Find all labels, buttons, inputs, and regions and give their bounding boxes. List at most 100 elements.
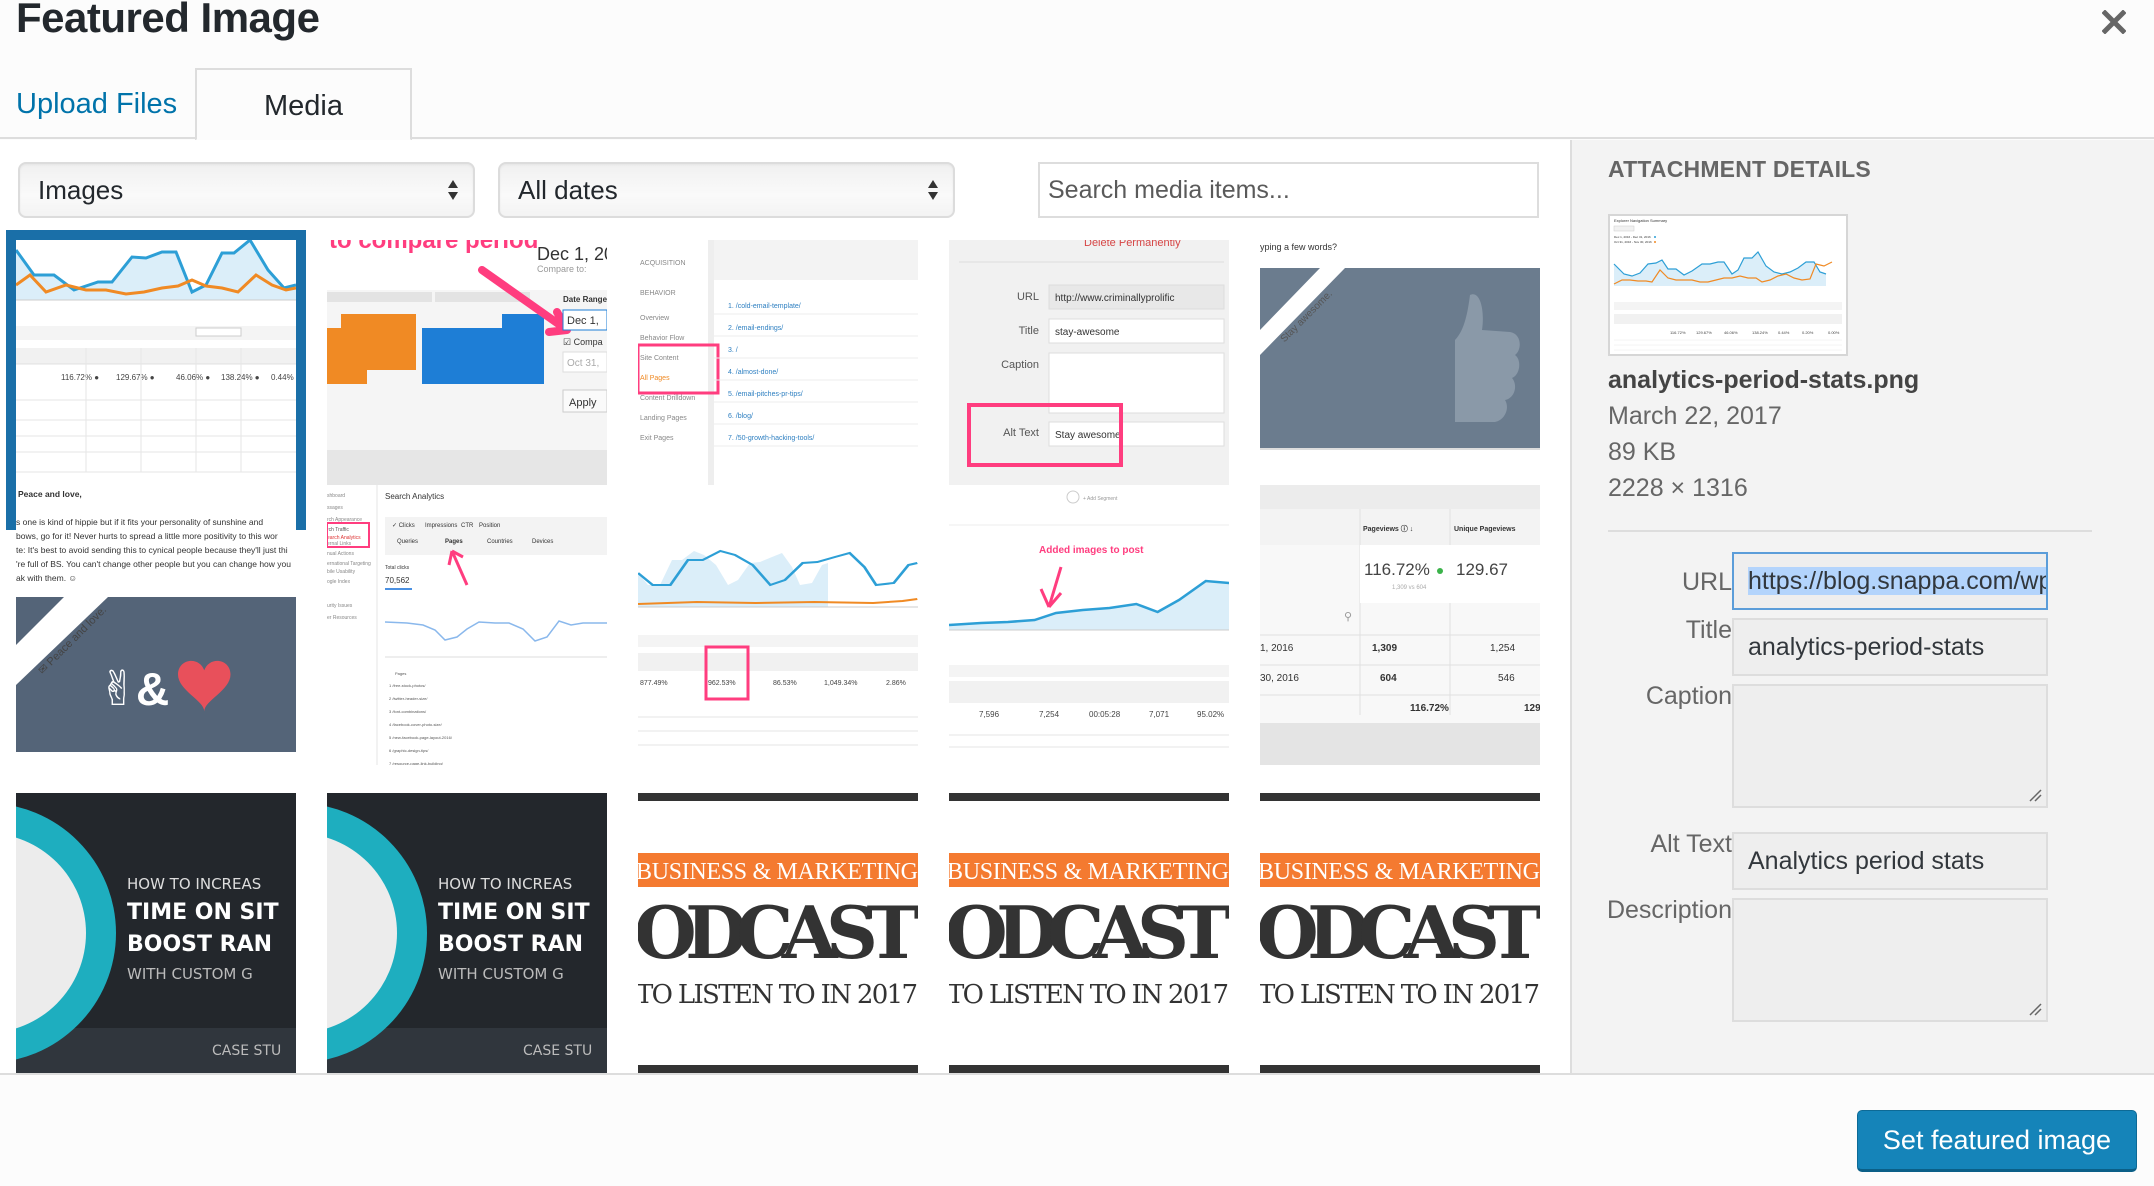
resize-grip-icon[interactable]: [2028, 1002, 2042, 1016]
svg-text:Oct 31, 2016 - Nov 30, 2016: Oct 31, 2016 - Nov 30, 2016: [1614, 240, 1652, 244]
svg-text:Pages: Pages: [395, 671, 406, 676]
svg-text:☑ Compa: ☑ Compa: [563, 337, 603, 347]
svg-text:116.72%: 116.72%: [1364, 560, 1430, 579]
svg-text:urity Issues: urity Issues: [327, 603, 353, 609]
attachment-filename: analytics-period-stats.png: [1608, 366, 1920, 394]
svg-text:ODCAST: ODCAST: [949, 890, 1229, 975]
svg-text:Caption: Caption: [1001, 359, 1039, 371]
svg-text:962.53%: 962.53%: [708, 680, 736, 687]
close-button[interactable]: [2094, 2, 2134, 42]
svg-text:604: 604: [1380, 673, 1397, 684]
svg-text:BOOST RAN: BOOST RAN: [438, 932, 583, 957]
attachment-file-size: 89 KB: [1608, 438, 1677, 466]
svg-text:3 /font-combinations/: 3 /font-combinations/: [389, 709, 427, 714]
svg-text:HOW TO INCREAS: HOW TO INCREAS: [127, 875, 261, 893]
svg-text:46.06%: 46.06%: [1724, 330, 1738, 335]
svg-text:1,309: 1,309: [1372, 643, 1397, 654]
svg-text:Unique Pageviews: Unique Pageviews: [1454, 526, 1516, 533]
svg-text:Oct 31,: Oct 31,: [567, 358, 599, 369]
modal-toolbar: Set featured image: [0, 1073, 2154, 1186]
media-item-podcast-2[interactable]: BUSINESS & MARKETING ODCAST TO LISTEN TO…: [949, 793, 1229, 1073]
search-media-input[interactable]: [1038, 162, 1539, 218]
media-item-time-on-site-1[interactable]: HOW TO INCREAS TIME ON SIT BOOST RAN WIT…: [16, 793, 296, 1073]
svg-text:✌: ✌: [98, 661, 138, 717]
svg-text:stay-awesome: stay-awesome: [1055, 327, 1120, 338]
svg-text:to compare period: to compare period: [329, 240, 538, 254]
svg-text:earch Analytics: earch Analytics: [327, 535, 361, 541]
svg-text:Landing Pages: Landing Pages: [640, 415, 687, 422]
svg-text:TO LISTEN TO IN 2017: TO LISTEN TO IN 2017: [638, 980, 918, 1010]
set-featured-image-button[interactable]: Set featured image: [1857, 1110, 2137, 1172]
alt-text-label: Alt Text: [1650, 830, 1732, 858]
svg-text:TIME ON SIT: TIME ON SIT: [127, 900, 279, 925]
thumbnail-image: BUSINESS & MARKETING ODCAST TO LISTEN TO…: [638, 793, 918, 1073]
svg-text:TO LISTEN TO IN 2017: TO LISTEN TO IN 2017: [949, 980, 1229, 1010]
media-item-all-pages[interactable]: ACQUISITION BEHAVIOR Overview Behavior F…: [638, 240, 918, 520]
svg-text:7,254: 7,254: [1039, 710, 1060, 719]
thumbnail-image: yping a few words? Stay awesome.: [1260, 240, 1540, 520]
svg-text:Stay awesome: Stay awesome: [1055, 430, 1121, 441]
media-item-stay-awesome[interactable]: yping a few words? Stay awesome.: [1260, 240, 1540, 520]
svg-text:129.: 129.: [1524, 703, 1540, 714]
media-item-peace-and-love[interactable]: Peace and love, s one is kind of hippie …: [16, 485, 296, 765]
media-item-analytics-period-stats[interactable]: 116.72% ● 129.67% ● 46.06% ● 138.24% ● 0…: [16, 240, 296, 520]
thumbnail-image: 877.49% 962.53% 86.53% 1,049.34% 2.86%: [638, 485, 918, 765]
alt-text-field[interactable]: Analytics period stats: [1732, 832, 2048, 890]
thumbnail-image: + Add Segment Added images to post 7,596…: [949, 485, 1229, 765]
date-filter[interactable]: All dates: [498, 162, 955, 218]
description-label: Description: [1606, 896, 1732, 924]
svg-text:7. /50-growth-hacking-tools/: 7. /50-growth-hacking-tools/: [728, 435, 814, 442]
svg-text:⚲: ⚲: [1344, 610, 1352, 623]
svg-text:&: &: [136, 663, 169, 715]
svg-text:Devices: Devices: [532, 539, 553, 545]
svg-text:Behavior Flow: Behavior Flow: [640, 335, 685, 342]
media-item-compare-period[interactable]: to compare period Dec 1, 20 Compare to:: [327, 240, 607, 520]
title-field[interactable]: analytics-period-stats: [1732, 618, 2048, 676]
media-type-filter[interactable]: Images: [18, 162, 475, 218]
svg-text:138.24% ●: 138.24% ●: [221, 373, 260, 382]
description-field[interactable]: [1732, 898, 2048, 1022]
svg-text:1, 2016: 1, 2016: [1260, 643, 1294, 654]
resize-grip-icon[interactable]: [2028, 788, 2042, 802]
svg-text:116.72%: 116.72%: [1410, 703, 1449, 714]
router-tabs: Upload Files Media Library: [0, 68, 2154, 194]
svg-text:te: It's best to avoid sending: te: It's best to avoid sending this to c…: [16, 545, 288, 555]
tab-upload-files[interactable]: Upload Files: [0, 68, 197, 139]
thumbnail-image: HOW TO INCREAS TIME ON SIT BOOST RAN WIT…: [16, 793, 296, 1073]
svg-text:Pages: Pages: [445, 539, 463, 545]
svg-text:129.67: 129.67: [1456, 560, 1508, 579]
featured-image-modal: Featured Image Upload Files Media Librar…: [0, 0, 2154, 1186]
thumbnail-image: BUSINESS & MARKETING ODCAST TO LISTEN TO…: [949, 793, 1229, 1073]
caption-field[interactable]: [1732, 684, 2048, 808]
url-field[interactable]: https://blog.snappa.com/wp: [1732, 552, 2048, 610]
media-item-added-images-to-post[interactable]: + Add Segment Added images to post 7,596…: [949, 485, 1229, 765]
svg-text:546: 546: [1498, 673, 1515, 684]
svg-text:Search Analytics: Search Analytics: [385, 492, 444, 501]
svg-text:All Pages: All Pages: [640, 375, 670, 382]
analytics-chart-thumbnail: 116.72% ● 129.67% ● 46.06% ● 138.24% ● 0…: [16, 240, 296, 520]
media-item-podcast-1[interactable]: BUSINESS & MARKETING ODCAST TO LISTEN TO…: [638, 793, 918, 1073]
thumbnail-image: Peace and love, s one is kind of hippie …: [16, 485, 296, 765]
svg-text:4 /facebook-cover-photo-size: 4 /facebook-cover-photo-size/: [389, 722, 443, 727]
svg-text:Dec 1, 20: Dec 1, 20: [537, 244, 607, 264]
svg-text:Compare to:: Compare to:: [537, 264, 587, 274]
media-item-unique-pageviews[interactable]: 877.49% 962.53% 86.53% 1,049.34% 2.86%: [638, 485, 918, 765]
media-item-time-on-site-2[interactable]: HOW TO INCREAS TIME ON SIT BOOST RAN WIT…: [327, 793, 607, 1073]
svg-text:Title: Title: [1019, 325, 1039, 337]
svg-text:1,309 vs 604: 1,309 vs 604: [1392, 585, 1427, 591]
media-item-podcast-3[interactable]: BUSINESS & MARKETING ODCAST TO LISTEN TO…: [1260, 793, 1540, 1073]
svg-text:Countries: Countries: [487, 539, 513, 545]
svg-text:Date Range: Date Range: [563, 295, 607, 304]
svg-text:Pageviews ⓘ ↓: Pageviews ⓘ ↓: [1363, 524, 1413, 533]
media-item-stay-awesome-alt[interactable]: Delete Permanently URL Title Caption Alt Te…: [949, 240, 1229, 520]
svg-text:Dec 1,: Dec 1,: [567, 315, 599, 327]
svg-text:yping a few words?: yping a few words?: [1260, 242, 1337, 252]
media-item-search-analytics[interactable]: shboard ssages rch Appearance ernal Links nu…: [327, 485, 607, 765]
svg-text:TO LISTEN TO IN 2017: TO LISTEN TO IN 2017: [1260, 980, 1540, 1010]
close-icon: [2102, 10, 2126, 34]
svg-text:0.44%: 0.44%: [1778, 330, 1790, 335]
attachment-dimensions: 2228 × 1316: [1608, 474, 1748, 502]
svg-text:rch Traffic: rch Traffic: [327, 527, 349, 533]
tab-media-library[interactable]: Media Library: [195, 68, 412, 194]
media-item-pageviews-table[interactable]: Pageviews ⓘ ↓ Unique Pageviews 116.72% 1…: [1260, 485, 1540, 765]
